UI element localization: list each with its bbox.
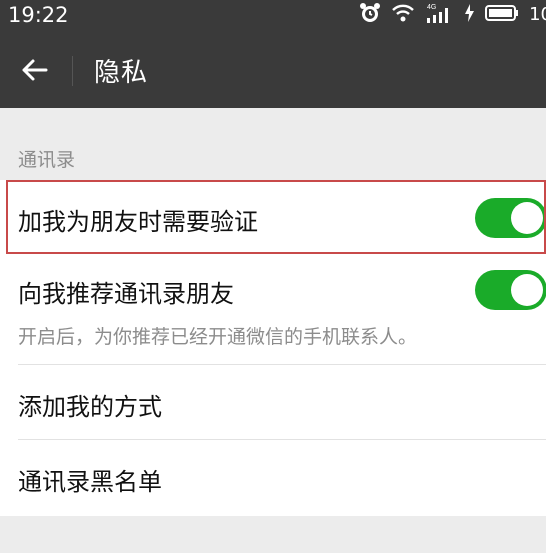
charging-icon [463, 3, 475, 27]
action-bar: 隐私 [0, 30, 546, 108]
status-icons: 4G 10 [359, 2, 546, 28]
back-button[interactable] [16, 52, 52, 88]
signal-4g-icon: 4G [425, 2, 453, 28]
toggle-knob [511, 274, 543, 306]
status-bar: 19:22 4G 10 [0, 0, 546, 30]
svg-text:4G: 4G [427, 4, 436, 11]
recommend-contacts-toggle[interactable] [475, 270, 546, 310]
setting-label: 向我推荐通讯录朋友 [18, 280, 234, 308]
setting-row-recommend-contacts[interactable]: 向我推荐通讯录朋友 开启后，为你推荐已经开通微信的手机联系人。 [0, 254, 546, 364]
page-title: 隐私 [94, 58, 149, 88]
alarm-icon [359, 2, 381, 28]
next-section-gap [0, 516, 546, 553]
setting-row-blacklist[interactable]: 通讯录黑名单 [0, 440, 546, 516]
section-header-contacts: 通讯录 [18, 149, 76, 171]
back-arrow-icon [22, 59, 48, 81]
title-divider [72, 56, 73, 86]
wifi-icon [391, 3, 415, 27]
setting-label: 通讯录黑名单 [18, 468, 162, 496]
status-time: 19:22 [8, 3, 69, 27]
setting-row-add-methods[interactable]: 添加我的方式 [0, 365, 546, 439]
highlight-box [6, 180, 546, 254]
setting-subtitle: 开启后，为你推荐已经开通微信的手机联系人。 [18, 326, 418, 348]
battery-percent: 10 [529, 4, 546, 25]
battery-icon [485, 3, 519, 27]
setting-label: 添加我的方式 [18, 393, 162, 421]
